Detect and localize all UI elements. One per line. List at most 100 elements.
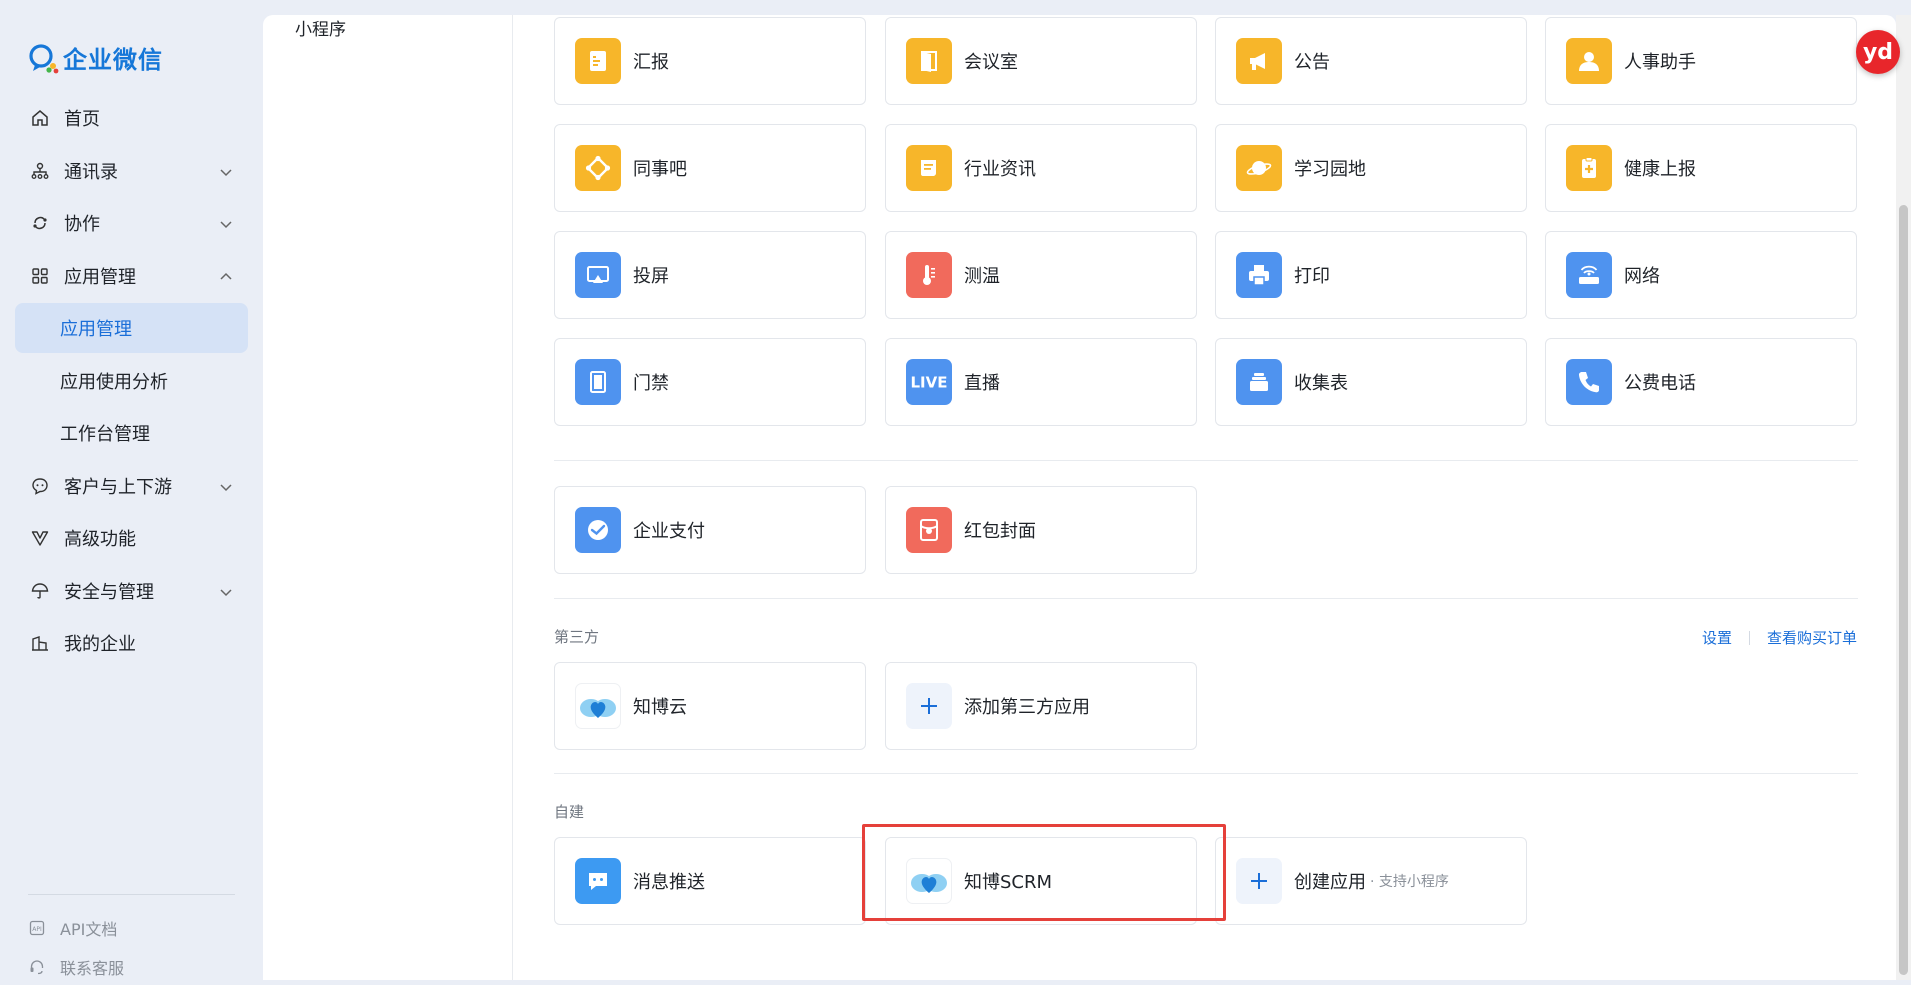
sidebar-divider <box>28 894 235 895</box>
app-card[interactable]: 同事吧 <box>554 124 866 212</box>
app-name: 人事助手 <box>1624 52 1696 73</box>
sidebar-subitem-usage-analysis[interactable]: 应用使用分析 <box>15 356 248 406</box>
app-card[interactable]: 会议室 <box>885 17 1197 105</box>
brand-name: 企业微信 <box>63 46 163 74</box>
sidebar-item-label: 工作台管理 <box>60 424 150 445</box>
view-orders-link[interactable]: 查看购买订单 <box>1767 627 1857 648</box>
api-doc-icon: API <box>28 919 46 937</box>
sidebar-item-contacts[interactable]: 通讯录 <box>15 146 248 196</box>
inbox-icon <box>1236 359 1282 405</box>
app-name: 健康上报 <box>1624 159 1696 180</box>
org-chart-icon <box>30 161 50 181</box>
sidebar-subitem-app-management[interactable]: 应用管理 <box>15 303 248 353</box>
app-name: 公告 <box>1294 52 1330 73</box>
app-card[interactable]: 门禁 <box>554 338 866 426</box>
zhibo-scrm-icon <box>906 858 952 904</box>
brand-logo[interactable]: 企业微信 <box>27 40 163 75</box>
app-card[interactable]: 人事助手 <box>1545 17 1857 105</box>
sidebar-item-security[interactable]: 安全与管理 <box>15 566 248 616</box>
phone-icon <box>1566 359 1612 405</box>
live-icon: LIVE <box>906 359 952 405</box>
collab-icon <box>30 213 50 233</box>
app-card[interactable]: LIVE 直播 <box>885 338 1197 426</box>
app-name: 知博SCRM <box>964 872 1053 893</box>
community-icon <box>575 145 621 191</box>
plus-icon <box>1236 858 1282 904</box>
headset-icon <box>28 958 46 976</box>
app-card[interactable]: 知博SCRM <box>885 837 1197 925</box>
app-name: 汇报 <box>633 52 669 73</box>
footer-label: API文档 <box>60 920 118 939</box>
sidebar-item-label: 应用管理 <box>64 267 136 288</box>
app-name: 网络 <box>1624 266 1660 287</box>
app-card[interactable]: 企业支付 <box>554 486 866 574</box>
app-name: 同事吧 <box>633 159 687 180</box>
sidebar-item-my-company[interactable]: 我的企业 <box>15 618 248 668</box>
app-card[interactable]: 汇报 <box>554 17 866 105</box>
app-card[interactable]: 公告 <box>1215 17 1527 105</box>
settings-link[interactable]: 设置 <box>1702 627 1732 648</box>
gate-icon <box>575 359 621 405</box>
create-app-card[interactable]: 创建应用 · 支持小程序 <box>1215 837 1527 925</box>
health-icon <box>1566 145 1612 191</box>
svg-text:API: API <box>32 926 42 933</box>
app-name: 消息推送 <box>633 872 705 893</box>
section-divider <box>554 460 1858 461</box>
section-divider <box>554 598 1858 599</box>
sidebar-item-advanced[interactable]: 高级功能 <box>15 513 248 563</box>
app-name: 打印 <box>1294 266 1330 287</box>
red-packet-icon <box>906 507 952 553</box>
app-card[interactable]: 红包封面 <box>885 486 1197 574</box>
app-card[interactable]: 打印 <box>1215 231 1527 319</box>
sidebar-item-customers[interactable]: 客户与上下游 <box>15 461 248 511</box>
umbrella-icon <box>30 581 50 601</box>
scrollbar-thumb[interactable] <box>1899 205 1908 975</box>
chevron-up-icon <box>219 268 233 289</box>
app-name: 红包封面 <box>964 521 1036 542</box>
sidebar-subitem-workbench[interactable]: 工作台管理 <box>15 408 248 458</box>
sidebar-item-home[interactable]: 首页 <box>15 93 248 143</box>
app-card[interactable]: 知博云 <box>554 662 866 750</box>
footer-label: 联系客服 <box>60 959 125 978</box>
app-card[interactable]: 健康上报 <box>1545 124 1857 212</box>
floating-yd-badge[interactable]: yd <box>1856 30 1900 74</box>
thermometer-icon <box>906 252 952 298</box>
app-name: 门禁 <box>633 373 669 394</box>
app-card[interactable]: 消息推送 <box>554 837 866 925</box>
app-card[interactable]: 行业资讯 <box>885 124 1197 212</box>
footer-customer-service[interactable]: 联系客服 <box>28 955 124 979</box>
section-title-self-built: 自建 <box>554 803 585 821</box>
add-third-party-app-card[interactable]: 添加第三方应用 <box>885 662 1197 750</box>
sidebar-item-collab[interactable]: 协作 <box>15 198 248 248</box>
app-name: 行业资讯 <box>964 159 1036 180</box>
svg-text:LIVE: LIVE <box>911 374 948 392</box>
vip-icon <box>30 528 50 548</box>
app-name: 知博云 <box>633 697 687 718</box>
scroll-icon <box>906 145 952 191</box>
report-icon <box>575 38 621 84</box>
sidebar-item-label: 协作 <box>64 214 100 235</box>
category-mini-program[interactable]: 小程序 <box>295 15 346 40</box>
chevron-down-icon <box>219 215 233 236</box>
app-name: 直播 <box>964 373 1000 394</box>
app-card[interactable]: 学习园地 <box>1215 124 1527 212</box>
app-card[interactable]: 测温 <box>885 231 1197 319</box>
app-name: 学习园地 <box>1294 159 1366 180</box>
sidebar: 企业微信 首页 通讯录 协作 应用管理 应用管理 应用使用分析 工作台管理 客户… <box>0 0 263 985</box>
footer-api-docs[interactable]: API API文档 <box>28 916 117 940</box>
chevron-down-icon <box>219 163 233 184</box>
chat-bubble-icon <box>30 476 50 496</box>
chevron-down-icon <box>219 478 233 499</box>
message-push-icon <box>575 858 621 904</box>
router-icon <box>1566 252 1612 298</box>
sidebar-item-label: 首页 <box>64 109 100 130</box>
app-card[interactable]: 收集表 <box>1215 338 1527 426</box>
app-card[interactable]: 网络 <box>1545 231 1857 319</box>
sidebar-item-label: 我的企业 <box>64 634 136 655</box>
add-third-party-app-label: 添加第三方应用 <box>964 697 1090 718</box>
chevron-down-icon <box>219 583 233 604</box>
planet-icon <box>1236 145 1282 191</box>
sidebar-item-app-management[interactable]: 应用管理 <box>15 251 248 301</box>
app-card[interactable]: 公费电话 <box>1545 338 1857 426</box>
app-card[interactable]: 投屏 <box>554 231 866 319</box>
